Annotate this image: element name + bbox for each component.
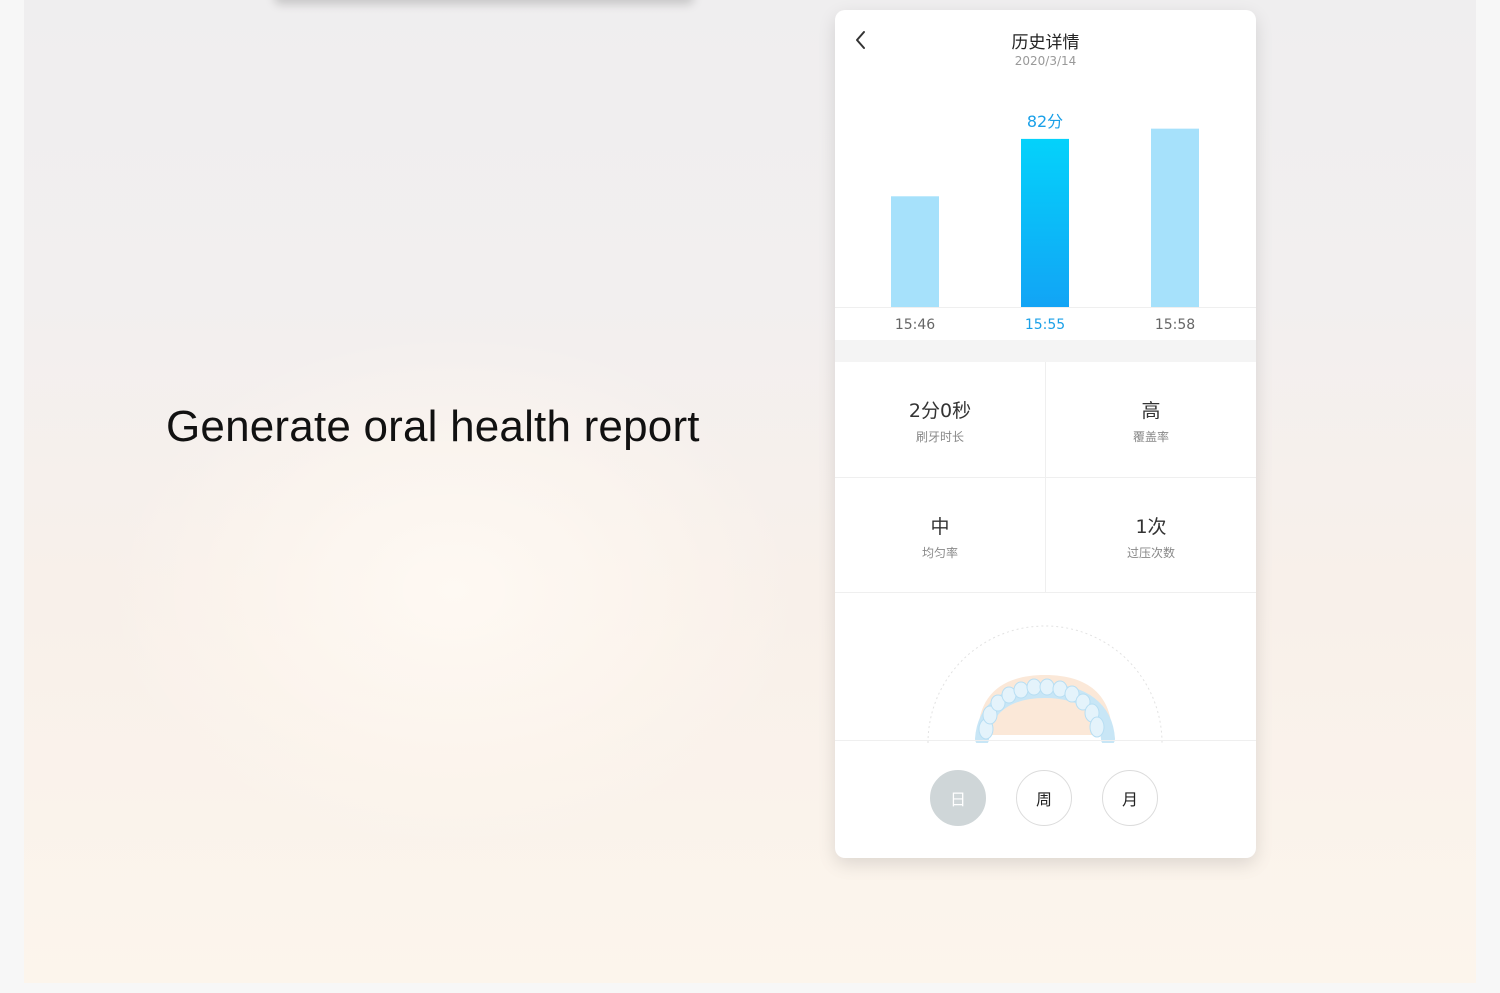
divider xyxy=(835,477,1256,478)
stat-label: 过压次数 xyxy=(1126,546,1175,560)
footer-divider xyxy=(835,740,1256,741)
period-month-button[interactable]: 月 xyxy=(1102,770,1158,826)
chart-bar[interactable] xyxy=(1021,138,1069,307)
stat-label: 覆盖率 xyxy=(1132,430,1169,444)
selected-value-label: 82分 xyxy=(1027,112,1063,131)
stat-value: 高 xyxy=(1141,400,1161,422)
background: Generate oral health report xyxy=(24,0,1476,983)
chart-baseline xyxy=(835,307,1256,308)
stat-coverage: 高 覆盖率 xyxy=(1046,362,1256,477)
period-day-button[interactable]: 日 xyxy=(930,770,986,826)
x-tick-label: 15:46 xyxy=(895,317,935,333)
chart-bar[interactable] xyxy=(1151,128,1199,307)
stat-value: 中 xyxy=(930,516,950,538)
section-divider xyxy=(835,340,1256,362)
stat-evenness: 中 均匀率 xyxy=(835,478,1045,593)
bar-chart: 15:46 15:55 82分 15:58 xyxy=(891,112,1199,333)
stat-label: 刷牙时长 xyxy=(915,430,964,444)
caption: Generate oral health report xyxy=(166,402,700,451)
divider xyxy=(835,592,1256,593)
x-tick-label: 15:55 xyxy=(1025,317,1065,333)
stat-label: 均匀率 xyxy=(921,546,958,560)
stat-value: 1次 xyxy=(1135,516,1167,538)
stat-duration: 2分0秒 刷牙时长 xyxy=(835,362,1045,477)
teeth-illustration xyxy=(927,625,1163,743)
phone-screen: 历史详情 2020/3/14 15:46 15:55 82分 15:58 2分0秒 刷… xyxy=(835,10,1256,858)
chart-bar[interactable] xyxy=(891,196,939,307)
period-week-button[interactable]: 周 xyxy=(1016,770,1072,826)
stats-grid: 2分0秒 刷牙时长 高 覆盖率 中 均匀率 1次 过压次数 xyxy=(835,362,1256,593)
stat-overpressure: 1次 过压次数 xyxy=(1046,478,1256,593)
x-tick-label: 15:58 xyxy=(1155,317,1195,333)
stat-value: 2分0秒 xyxy=(908,400,972,422)
